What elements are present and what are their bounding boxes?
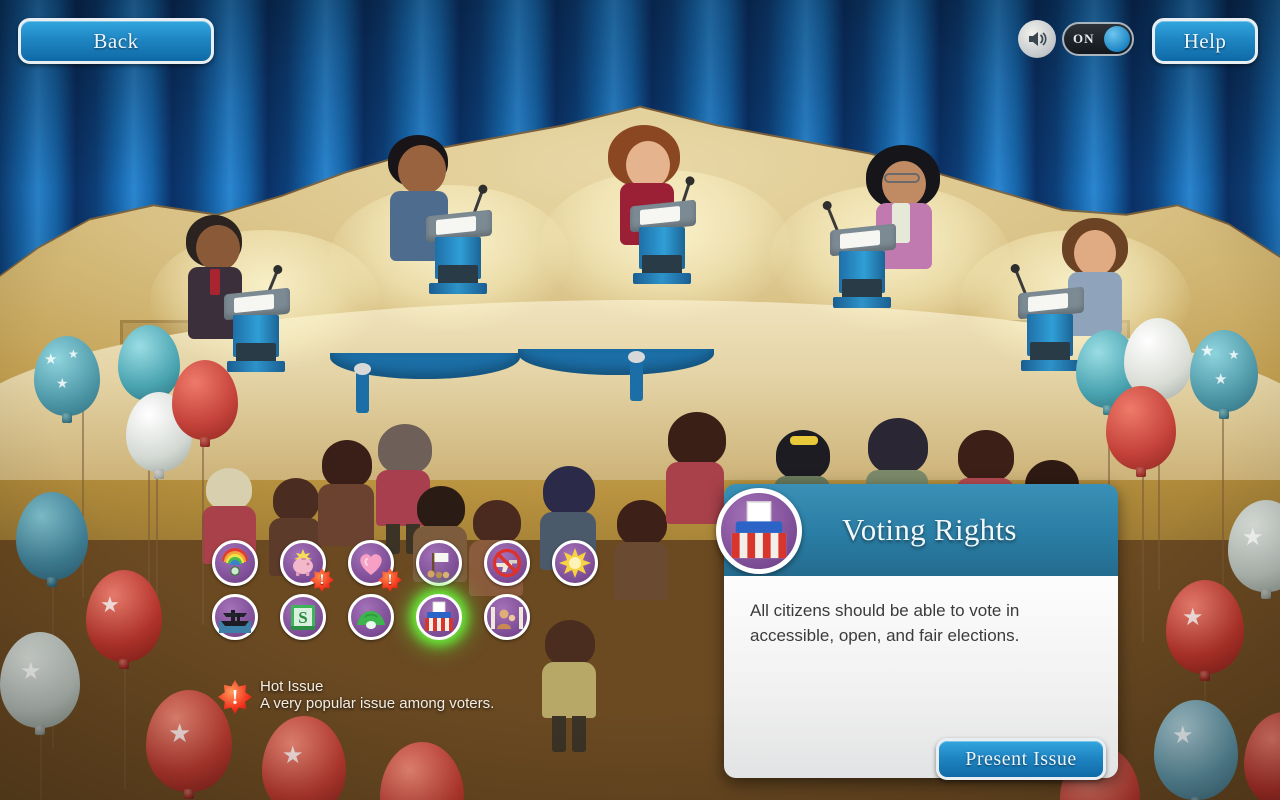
candidate-head: [196, 225, 240, 271]
issue-healthcare[interactable]: !: [348, 540, 402, 592]
hot-issue-badge-icon: !: [218, 680, 252, 714]
issue-detail-panel: Voting Rights All citizens should be abl…: [716, 484, 1118, 778]
issue-voting-rights[interactable]: [416, 594, 462, 640]
balloon: ★: [0, 632, 80, 728]
balloon: ★: [1154, 700, 1238, 800]
candidate-4: [826, 145, 988, 335]
issue-defense[interactable]: [212, 594, 258, 640]
issue-economy[interactable]: !: [280, 540, 334, 592]
issue-immigration[interactable]: [484, 594, 530, 640]
hot-issue-legend-subtitle: A very popular issue among voters.: [260, 695, 495, 712]
toggle-knob: [1104, 26, 1130, 52]
balloon: [118, 325, 180, 401]
debate-scene: ★ ★ ★ ★ ★ ★ ★ ★ ★ ★ ★ ★ ★ Back ON Help !…: [0, 0, 1280, 800]
sound-toggle-label: ON: [1073, 31, 1095, 46]
sound-toggle[interactable]: ON: [1062, 22, 1134, 56]
candidate-3: [598, 125, 728, 315]
ballot-box-icon: [716, 488, 802, 574]
issue-agriculture[interactable]: [348, 594, 394, 640]
candidate-glasses: [884, 173, 920, 183]
candidate-head: [1074, 230, 1116, 276]
speaker-icon[interactable]: [1018, 20, 1056, 58]
balloon-string: [202, 425, 204, 625]
candidate-tie: [210, 269, 220, 295]
issue-environment[interactable]: [212, 540, 258, 586]
back-button[interactable]: Back: [18, 18, 214, 64]
issue-row-2: S: [212, 594, 612, 640]
candidate-head: [398, 145, 446, 195]
balloon: ★: [86, 570, 162, 662]
balloon: [1244, 712, 1280, 800]
issue-selector-grid: ! ! S: [212, 540, 612, 648]
balloon: ★ ★ ★: [1190, 330, 1258, 412]
issue-gun-control[interactable]: [484, 540, 530, 586]
hot-issue-legend-title: Hot Issue: [260, 678, 324, 695]
balloon: ★: [1166, 580, 1244, 674]
hot-issue-legend: ! Hot Issue A very popular issue among v…: [218, 678, 494, 714]
balloon-string: [82, 398, 84, 598]
help-button[interactable]: Help: [1152, 18, 1258, 64]
candidate-2: [372, 135, 502, 325]
issue-taxes[interactable]: S: [280, 594, 326, 640]
balloon: [16, 492, 88, 580]
issue-panel-title: Voting Rights: [842, 512, 1017, 547]
issue-panel-header: Voting Rights: [716, 484, 1118, 576]
balloon: [380, 742, 464, 800]
issue-energy[interactable]: [552, 540, 598, 586]
balloon: ★: [262, 716, 346, 800]
balloon: [1106, 386, 1176, 470]
present-issue-button[interactable]: Present Issue: [936, 738, 1106, 780]
balloon-string: [1222, 400, 1224, 590]
candidate-head: [626, 141, 670, 189]
balloon: ★ ★ ★: [34, 336, 100, 416]
stage-bunting: [330, 345, 714, 413]
svg-text:S: S: [298, 608, 307, 627]
issue-civil-rights[interactable]: [416, 540, 462, 586]
balloon-string: [1142, 452, 1144, 642]
candidate-head: [882, 161, 926, 207]
issue-description: All citizens should be able to vote in a…: [750, 601, 1020, 645]
audience-headband: [790, 436, 818, 445]
issue-row-1: ! !: [212, 540, 612, 592]
balloon: [172, 360, 238, 440]
